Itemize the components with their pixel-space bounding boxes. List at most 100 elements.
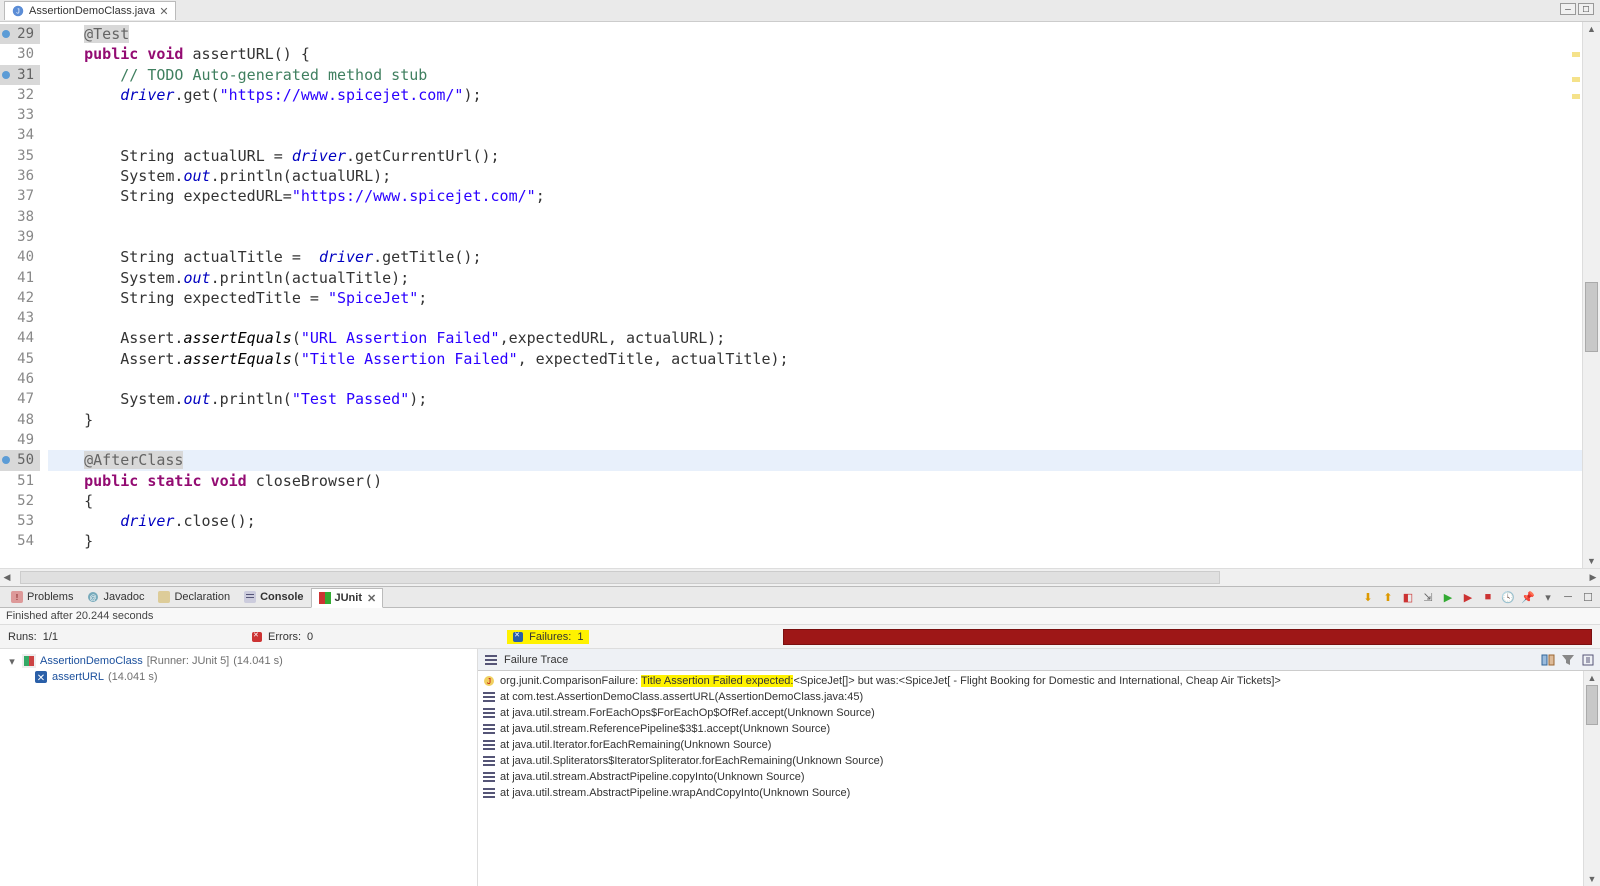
- failure-trace-title: Failure Trace: [504, 654, 568, 666]
- java-file-icon: J: [11, 4, 25, 18]
- scroll-thumb[interactable]: [1586, 685, 1598, 725]
- junit-counters: Runs: 1/1 Errors: 0 Failures: 1: [0, 625, 1600, 649]
- stack-frame[interactable]: at java.util.stream.ReferencePipeline$3$…: [482, 721, 1596, 737]
- stack-frame[interactable]: at com.test.AssertionDemoClass.assertURL…: [482, 689, 1596, 705]
- code-line[interactable]: [48, 308, 1600, 328]
- scroll-right-icon[interactable]: ▶: [1586, 571, 1600, 584]
- frame-nav-icon[interactable]: [1580, 652, 1596, 668]
- code-line[interactable]: String actualURL = driver.getCurrentUrl(…: [48, 146, 1600, 166]
- failure-trace-body[interactable]: Jorg.junit.ComparisonFailure: Title Asse…: [478, 671, 1600, 886]
- code-line[interactable]: }: [48, 531, 1600, 551]
- failures-counter: Failures: 1: [507, 630, 589, 644]
- scroll-thumb[interactable]: [1585, 282, 1598, 352]
- svg-text:!: !: [16, 593, 18, 602]
- tab-console[interactable]: Console: [237, 588, 310, 606]
- scroll-down-icon[interactable]: ▼: [1585, 554, 1598, 568]
- code-line[interactable]: Assert.assertEquals("URL Assertion Faile…: [48, 328, 1600, 348]
- code-line[interactable]: System.out.println(actualTitle);: [48, 268, 1600, 288]
- tab-declaration[interactable]: Declaration: [151, 588, 237, 606]
- code-editor[interactable]: 2930313233343536373839404142434445464748…: [0, 22, 1600, 568]
- code-line[interactable]: String actualTitle = driver.getTitle();: [48, 247, 1600, 267]
- prev-failure-icon[interactable]: ⬆: [1380, 589, 1396, 605]
- code-line[interactable]: }: [48, 410, 1600, 430]
- tab-junit[interactable]: JUnit ✕: [311, 588, 384, 608]
- close-icon[interactable]: ✕: [159, 6, 169, 16]
- code-line[interactable]: String expectedURL="https://www.spicejet…: [48, 186, 1600, 206]
- code-line[interactable]: public static void closeBrowser(): [48, 471, 1600, 491]
- view-menu-icon[interactable]: ▾: [1540, 589, 1556, 605]
- code-line[interactable]: [48, 207, 1600, 227]
- code-line[interactable]: [48, 105, 1600, 125]
- vertical-scrollbar[interactable]: ▲ ▼: [1582, 22, 1600, 568]
- maximize-view-icon[interactable]: ☐: [1580, 589, 1596, 605]
- stack-frame[interactable]: at java.util.stream.AbstractPipeline.cop…: [482, 769, 1596, 785]
- tree-root-time: (14.041 s): [233, 655, 283, 667]
- stack-frame[interactable]: Jorg.junit.ComparisonFailure: Title Asse…: [482, 673, 1596, 689]
- tab-javadoc[interactable]: @ Javadoc: [80, 588, 151, 606]
- minimize-button[interactable]: ─: [1560, 3, 1576, 15]
- stack-frame[interactable]: at java.util.Iterator.forEachRemaining(U…: [482, 737, 1596, 753]
- line-number: 46: [0, 369, 40, 389]
- line-number: 54: [0, 531, 40, 551]
- next-failure-icon[interactable]: ⬇: [1360, 589, 1376, 605]
- maximize-button[interactable]: ☐: [1578, 3, 1594, 15]
- horizontal-scrollbar[interactable]: ◀ ▶: [0, 568, 1600, 586]
- stack-frame-icon: [482, 738, 496, 752]
- stack-frame[interactable]: at java.util.stream.AbstractPipeline.wra…: [482, 785, 1596, 801]
- close-icon[interactable]: ✕: [367, 592, 376, 605]
- tree-child-label[interactable]: assertURL: [52, 671, 104, 683]
- stack-frame-icon: [482, 770, 496, 784]
- code-content[interactable]: @Test public void assertURL() { // TODO …: [40, 22, 1600, 568]
- history-icon[interactable]: 🕓: [1500, 589, 1516, 605]
- code-line[interactable]: System.out.println(actualURL);: [48, 166, 1600, 186]
- errors-label: Errors:: [268, 631, 301, 643]
- code-line[interactable]: [48, 227, 1600, 247]
- rerun-test-icon[interactable]: ▶: [1440, 589, 1456, 605]
- code-line[interactable]: String expectedTitle = "SpiceJet";: [48, 288, 1600, 308]
- code-line[interactable]: public void assertURL() {: [48, 44, 1600, 64]
- collapse-icon[interactable]: ▾: [6, 655, 18, 668]
- line-number: 35: [0, 146, 40, 166]
- minimize-view-icon[interactable]: ─: [1560, 589, 1576, 605]
- runs-label: Runs:: [8, 631, 37, 643]
- window-controls: ─ ☐: [1560, 3, 1594, 15]
- trace-scrollbar[interactable]: ▲ ▼: [1583, 671, 1600, 886]
- rerun-failed-icon[interactable]: ▶: [1460, 589, 1476, 605]
- tree-root[interactable]: ▾ AssertionDemoClass [Runner: JUnit 5] (…: [2, 653, 475, 669]
- stack-frame-text: at com.test.AssertionDemoClass.assertURL…: [500, 691, 863, 703]
- stack-frame-text: at java.util.stream.ForEachOps$ForEachOp…: [500, 707, 875, 719]
- editor-tab-label: AssertionDemoClass.java: [29, 5, 155, 17]
- code-line[interactable]: // TODO Auto-generated method stub: [48, 65, 1600, 85]
- code-line[interactable]: [48, 369, 1600, 389]
- code-line[interactable]: {: [48, 491, 1600, 511]
- tree-root-label[interactable]: AssertionDemoClass: [40, 655, 143, 667]
- code-line[interactable]: [48, 125, 1600, 145]
- scroll-left-icon[interactable]: ◀: [0, 571, 14, 584]
- compare-icon[interactable]: [1540, 652, 1556, 668]
- stack-frame[interactable]: at java.util.Spliterators$IteratorSplite…: [482, 753, 1596, 769]
- code-line[interactable]: Assert.assertEquals("Title Assertion Fai…: [48, 349, 1600, 369]
- line-number: 45: [0, 349, 40, 369]
- code-line[interactable]: driver.get("https://www.spicejet.com/");: [48, 85, 1600, 105]
- test-tree[interactable]: ▾ AssertionDemoClass [Runner: JUnit 5] (…: [0, 649, 478, 886]
- show-failures-icon[interactable]: ◧: [1400, 589, 1416, 605]
- line-number: 38: [0, 207, 40, 227]
- tab-problems[interactable]: ! Problems: [4, 588, 80, 606]
- code-line[interactable]: @AfterClass: [48, 450, 1600, 470]
- stop-icon[interactable]: ■: [1480, 589, 1496, 605]
- scroll-up-icon[interactable]: ▲: [1586, 671, 1598, 685]
- stack-frame[interactable]: at java.util.stream.ForEachOps$ForEachOp…: [482, 705, 1596, 721]
- pin-icon[interactable]: 📌: [1520, 589, 1536, 605]
- code-line[interactable]: driver.close();: [48, 511, 1600, 531]
- scroll-down-icon[interactable]: ▼: [1586, 872, 1598, 886]
- scroll-lock-icon[interactable]: ⇲: [1420, 589, 1436, 605]
- scroll-up-icon[interactable]: ▲: [1585, 22, 1598, 36]
- junit-toolbar: ⬇ ⬆ ◧ ⇲ ▶ ▶ ■ 🕓 📌 ▾ ─ ☐: [1360, 589, 1596, 605]
- code-line[interactable]: [48, 430, 1600, 450]
- code-line[interactable]: @Test: [48, 24, 1600, 44]
- code-line[interactable]: System.out.println("Test Passed");: [48, 389, 1600, 409]
- tree-child[interactable]: ✕ assertURL (14.041 s): [2, 669, 475, 685]
- editor-tab[interactable]: J AssertionDemoClass.java ✕: [4, 1, 176, 20]
- filter-icon[interactable]: [1560, 652, 1576, 668]
- scroll-thumb-h[interactable]: [20, 571, 1220, 584]
